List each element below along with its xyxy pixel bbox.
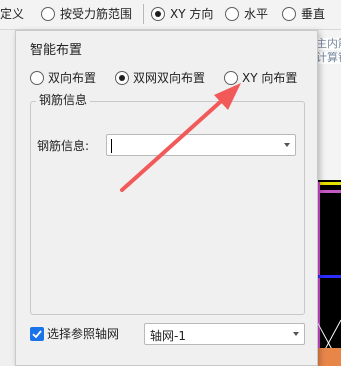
radio-vertical-label[interactable]: 垂直 [301,7,325,21]
radio-bidirectional-label[interactable]: 双向布置 [48,71,96,85]
axis-grid-combo[interactable]: 轴网-1 [144,323,305,345]
radio-xy-layout[interactable] [224,71,238,85]
text-cursor [111,139,112,153]
chevron-down-icon[interactable] [293,332,299,336]
radio-double-net-bidirectional-label[interactable]: 双网双向布置 [133,71,205,85]
axis-grid-value: 轴网-1 [150,329,186,343]
radio-double-net-bidirectional[interactable] [115,71,129,85]
toolbar-partial-label: 定义 [0,7,25,21]
dialog-title: 智能布置 [30,43,83,58]
toolbar: 定义 按受力筋范围 XY 方向 水平 垂直 [0,0,341,30]
radio-horizontal[interactable] [225,7,239,21]
cad-drawing [316,30,341,366]
radio-force-range[interactable] [41,7,55,21]
select-axis-grid-label[interactable]: 选择参照轴网 [47,327,119,341]
cad-text-line1: 主内筋 [316,38,341,50]
select-axis-grid-checkbox[interactable] [30,327,44,341]
smart-layout-dialog: 智能布置 双向布置 双网双向布置 XY 向布置 钢筋信息 钢筋信息: 选择参照轴… [15,30,318,366]
radio-xy-layout-label[interactable]: XY 向布置 [242,71,297,85]
radio-horizontal-label[interactable]: 水平 [244,7,268,21]
checkmark-icon [32,330,42,339]
radio-force-range-label[interactable]: 按受力筋范围 [60,7,132,21]
toolbar-separator [143,4,144,24]
rebar-info-group-title: 钢筋信息 [36,93,91,107]
radio-bidirectional[interactable] [30,71,44,85]
cad-canvas[interactable] [316,30,341,366]
rebar-info-label: 钢筋信息: [37,139,90,153]
chevron-down-icon[interactable] [284,143,290,147]
radio-vertical[interactable] [282,7,296,21]
rebar-info-combo[interactable] [106,134,296,156]
cad-text-line2: 计算钢 [316,52,341,64]
radio-xy-direction-label[interactable]: XY 方向 [170,7,213,21]
radio-xy-direction[interactable] [151,7,165,21]
